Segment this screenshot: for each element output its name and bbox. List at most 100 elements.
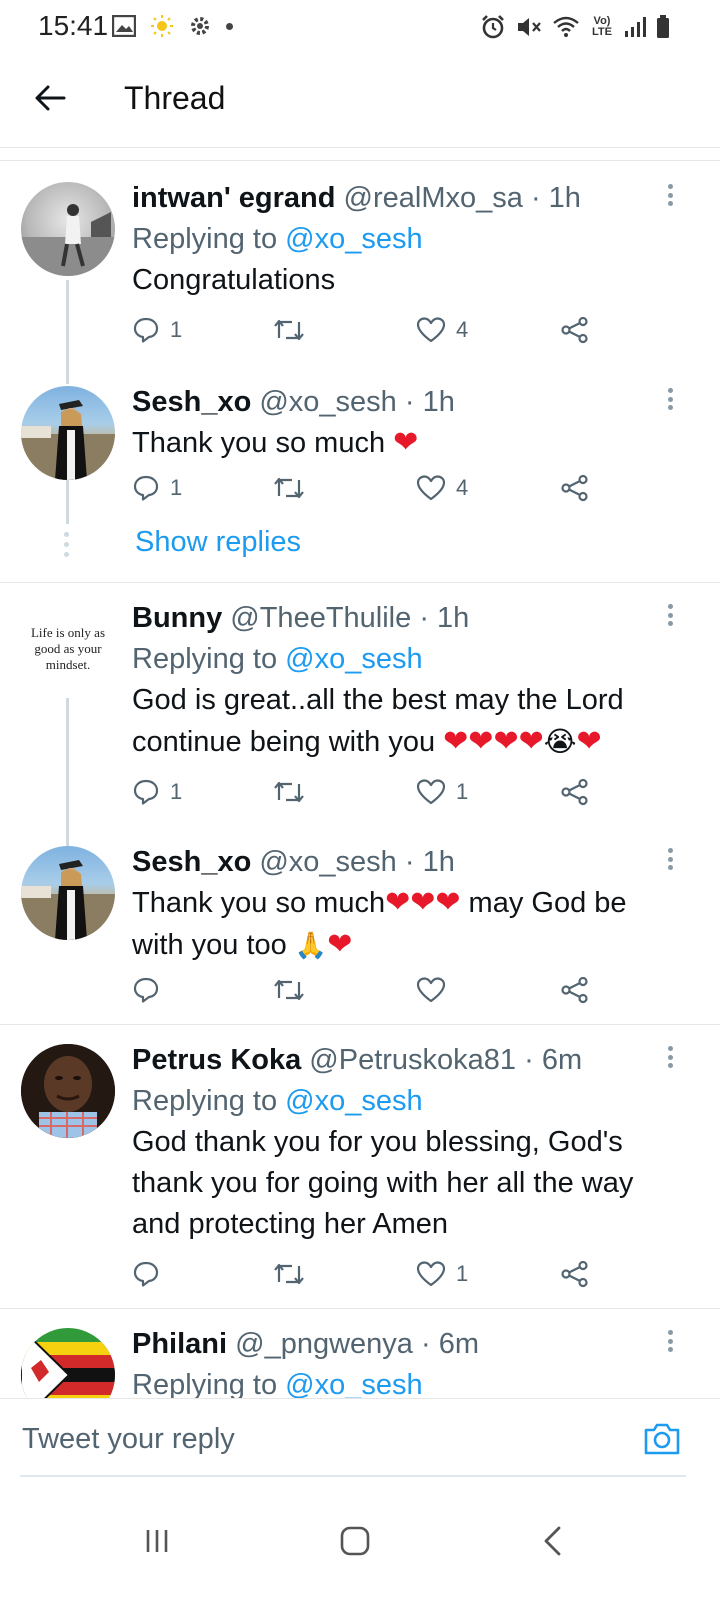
divider xyxy=(0,160,720,161)
handle[interactable]: @TheeThulile xyxy=(230,602,411,634)
retweet-button[interactable] xyxy=(272,310,316,350)
mention-link[interactable]: @xo_sesh xyxy=(285,1369,422,1398)
back-button[interactable] xyxy=(26,74,74,122)
handle[interactable]: @xo_sesh xyxy=(259,386,396,418)
more-options-button[interactable] xyxy=(660,844,680,874)
thread-line xyxy=(66,480,69,524)
tweet-text: God thank you for you blessing, God's th… xyxy=(132,1122,690,1245)
more-options-button[interactable] xyxy=(660,180,680,210)
like-button[interactable] xyxy=(416,970,456,1010)
tweet[interactable]: Sesh_xo @xo_sesh · 1h Thank you so much … xyxy=(0,382,720,524)
crying-emoji-icon: 😭 xyxy=(543,726,577,757)
like-button[interactable]: 4 xyxy=(416,468,468,508)
avatar[interactable] xyxy=(21,1328,115,1398)
divider xyxy=(0,1308,720,1309)
tweet-text-line: thank you for going with her all the way xyxy=(132,1167,634,1199)
reply-icon xyxy=(133,1261,159,1287)
handle[interactable]: @_pngwenya xyxy=(235,1328,413,1360)
timestamp: · 1h xyxy=(530,182,581,214)
more-options-button[interactable] xyxy=(660,600,680,630)
reply-button[interactable]: 1 xyxy=(132,772,182,812)
reply-input-underline xyxy=(20,1475,686,1477)
replying-label: Replying to xyxy=(132,643,278,675)
avatar[interactable] xyxy=(21,386,115,480)
avatar[interactable]: Life is only as good as your mindset. xyxy=(21,602,115,696)
share-icon xyxy=(561,976,588,1004)
reply-button[interactable]: 1 xyxy=(132,310,182,350)
tweet[interactable]: Petrus Koka @Petruskoka81 · 6m Replying … xyxy=(0,1040,720,1300)
battery-icon xyxy=(657,15,669,38)
gear-icon xyxy=(191,17,209,35)
share-icon xyxy=(561,474,588,502)
avatar[interactable] xyxy=(21,182,115,276)
timestamp: · 6m xyxy=(420,1328,479,1360)
thread-line xyxy=(66,280,69,384)
display-name[interactable]: intwan' egrand xyxy=(132,182,335,214)
tweet-text: Congratulations xyxy=(132,264,336,296)
tweet[interactable]: intwan' egrand @realMxo_sa · 1h Replying… xyxy=(0,178,720,384)
more-options-button[interactable] xyxy=(660,384,680,414)
retweet-button[interactable] xyxy=(272,1254,316,1294)
avatar[interactable] xyxy=(21,1044,115,1138)
tweet-text-line: with you too xyxy=(132,929,287,961)
reply-composer: Tweet your reply xyxy=(0,1398,720,1482)
notification-dot xyxy=(226,22,233,30)
camera-button[interactable] xyxy=(642,1421,682,1461)
heart-outline-icon xyxy=(416,317,446,343)
heart-emoji-icon: ❤❤❤ xyxy=(385,886,461,919)
replying-label: Replying to xyxy=(132,1085,278,1117)
reply-input[interactable]: Tweet your reply xyxy=(22,1423,235,1456)
handle[interactable]: @realMxo_sa xyxy=(344,182,523,214)
reply-button[interactable] xyxy=(132,970,170,1010)
tweet[interactable]: Philani @_pngwenya · 6m Replying to @xo_… xyxy=(0,1324,720,1398)
share-button[interactable] xyxy=(560,310,590,350)
display-name[interactable]: Philani xyxy=(132,1328,227,1360)
reply-button[interactable] xyxy=(132,1254,170,1294)
retweet-button[interactable] xyxy=(272,772,316,812)
mention-link[interactable]: @xo_sesh xyxy=(285,223,422,255)
display-name[interactable]: Sesh_xo xyxy=(132,386,251,418)
nav-back-button[interactable] xyxy=(528,1518,578,1564)
share-button[interactable] xyxy=(560,468,590,508)
retweet-button[interactable] xyxy=(272,468,316,508)
mention-link[interactable]: @xo_sesh xyxy=(285,1085,422,1117)
like-count: 1 xyxy=(456,779,469,804)
handle[interactable]: @xo_sesh xyxy=(259,846,396,878)
heart-emoji-icon: ❤ xyxy=(327,928,353,961)
tweet[interactable]: Sesh_xo @xo_sesh · 1h Thank you so much❤… xyxy=(0,842,720,1022)
handle[interactable]: @Petruskoka81 xyxy=(309,1044,516,1076)
display-name[interactable]: Bunny xyxy=(132,602,222,634)
share-button[interactable] xyxy=(560,772,590,812)
like-count: 4 xyxy=(456,475,469,500)
home-icon xyxy=(340,1526,370,1556)
show-replies-link[interactable]: Show replies xyxy=(135,526,301,559)
avatar[interactable] xyxy=(21,846,115,940)
thread-header: Thread xyxy=(0,52,720,148)
display-name[interactable]: Petrus Koka xyxy=(132,1044,301,1076)
reply-count: 1 xyxy=(170,779,183,804)
more-options-button[interactable] xyxy=(660,1042,680,1072)
more-options-button[interactable] xyxy=(660,1326,680,1356)
retweet-icon xyxy=(274,319,304,341)
like-button[interactable]: 4 xyxy=(416,310,468,350)
retweet-button[interactable] xyxy=(272,970,316,1010)
like-count: 4 xyxy=(456,317,469,342)
like-button[interactable]: 1 xyxy=(416,1254,468,1294)
recent-apps-icon xyxy=(146,1530,168,1552)
tweet[interactable]: Life is only as good as your mindset. Bu… xyxy=(0,598,720,846)
share-button[interactable] xyxy=(560,1254,590,1294)
retweet-icon xyxy=(274,477,304,499)
like-button[interactable]: 1 xyxy=(416,772,468,812)
camera-icon xyxy=(644,1423,680,1455)
mute-icon xyxy=(518,18,541,36)
home-button[interactable] xyxy=(330,1518,380,1564)
heart-emoji-icon: ❤ xyxy=(393,426,419,459)
display-name[interactable]: Sesh_xo xyxy=(132,846,251,878)
mention-link[interactable]: @xo_sesh xyxy=(285,643,422,675)
share-button[interactable] xyxy=(560,970,590,1010)
recent-apps-button[interactable] xyxy=(132,1518,182,1564)
share-icon xyxy=(561,1260,588,1288)
reply-button[interactable]: 1 xyxy=(132,468,182,508)
heart-emoji-icon: ❤❤❤❤ xyxy=(443,725,544,758)
arrow-left-icon xyxy=(35,85,66,111)
